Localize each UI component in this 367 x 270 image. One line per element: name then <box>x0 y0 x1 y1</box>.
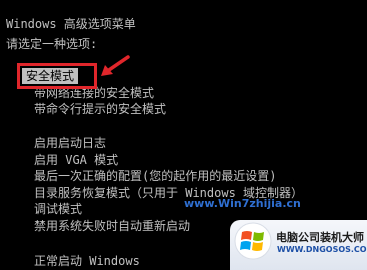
logo-url-text: WWW.DNGOSOS.COM <box>277 245 367 254</box>
option-last-known-good[interactable]: 最后一次正确的配置(您的起作用的最近设置) <box>34 169 276 183</box>
boot-menu-screen: Windows 高级选项菜单 请选定一种选项: 安全模式 带网络连接的安全模式 … <box>0 0 367 270</box>
logo-brand-text: 电脑公司装机大师 <box>276 231 364 244</box>
windows-logo-icon <box>234 222 272 260</box>
menu-title: Windows 高级选项菜单 <box>6 17 136 31</box>
menu-prompt: 请选定一种选项: <box>6 37 98 51</box>
option-vga-mode[interactable]: 启用 VGA 模式 <box>34 153 118 167</box>
option-safe-mode-command-prompt[interactable]: 带命令行提示的安全模式 <box>34 102 166 116</box>
option-start-normally[interactable]: 正常启动 Windows <box>34 254 140 268</box>
red-arrow-icon <box>101 55 130 76</box>
highlight-annotation-box <box>17 63 97 89</box>
option-debugging-mode[interactable]: 调试模式 <box>34 202 82 216</box>
option-boot-logging[interactable]: 启用启动日志 <box>34 136 106 150</box>
option-disable-auto-restart[interactable]: 禁用系统失败时自动重新启动 <box>34 219 190 233</box>
watermark-site-text: www.Win7zhijia.cn <box>184 197 301 210</box>
